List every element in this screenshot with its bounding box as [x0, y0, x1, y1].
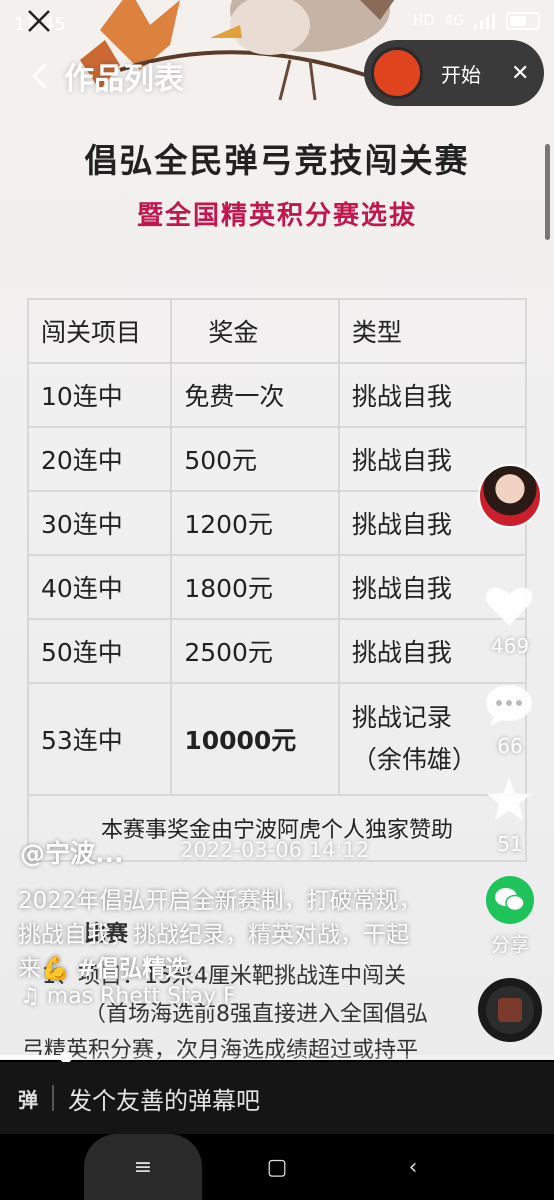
signal-icon: [474, 13, 495, 29]
post-timestamp: 2022-03-06 14:12: [180, 838, 370, 862]
status-icons: HD 4G: [413, 12, 540, 30]
post-caption: 2022年倡弘开启全新赛制，打破常规，挑战自我，挑战纪录，精英对战，干起来💪 #…: [18, 884, 428, 986]
table-header-row: 闯关项目 奖金 类型: [26, 298, 528, 364]
table-row: 20连中 500元 挑战自我: [26, 426, 528, 492]
table-cell: 挑战自我: [337, 362, 528, 428]
table-header-cell: 类型: [337, 298, 528, 364]
battery-icon: [506, 12, 540, 30]
back-navigation[interactable]: 作品列表: [30, 54, 184, 98]
table-cell: 1800元: [170, 554, 340, 620]
wechat-share-icon[interactable]: [486, 876, 534, 924]
table-cell: 50连中: [26, 618, 173, 684]
wechat-logo-icon: [495, 888, 525, 912]
record-start-button[interactable]: 开始: [441, 59, 481, 88]
danmaku-input[interactable]: 发个友善的弹幕吧: [68, 1081, 260, 1116]
table-cell: 2500元: [170, 618, 340, 684]
nav-menu-button[interactable]: ≡: [84, 1134, 202, 1200]
table-row: 40连中 1800元 挑战自我: [26, 554, 528, 620]
scrollbar[interactable]: [545, 144, 550, 240]
screen-record-widget[interactable]: 开始 ✕: [364, 40, 544, 106]
progress-bar[interactable]: [0, 1051, 554, 1063]
page-title: 作品列表: [64, 62, 184, 97]
danmaku-bar: 弹 发个友善的弹幕吧: [0, 1062, 554, 1134]
table-cell: 53连中: [26, 682, 173, 796]
heart-icon[interactable]: [484, 582, 534, 628]
table-cell: 500元: [170, 426, 340, 492]
nav-back-button[interactable]: ‹: [376, 1134, 450, 1200]
table-row: 50连中 2500元 挑战自我: [26, 618, 528, 684]
table-cell: 10000元: [170, 682, 340, 796]
music-title[interactable]: ♫ mas Rhett Stay F: [20, 984, 236, 1009]
share-label[interactable]: 分享: [480, 930, 540, 957]
favorite-count: 51: [497, 832, 523, 856]
hashtag-link[interactable]: #倡弘精选: [77, 956, 188, 982]
table-header-cell: 闯关项目: [26, 298, 173, 364]
hd-icon: HD: [412, 13, 435, 29]
nav-home-button[interactable]: ▢: [240, 1134, 314, 1200]
record-close-icon[interactable]: ✕: [511, 61, 529, 86]
like-count: 469: [490, 634, 530, 658]
table-cell: 30连中: [26, 490, 173, 556]
danmaku-toggle-icon[interactable]: 弹: [18, 1084, 38, 1113]
table-row: 53连中 10000元 挑战记录 （余伟雄）: [26, 682, 528, 796]
record-dot-icon[interactable]: [371, 47, 423, 99]
table-cell: 10连中: [26, 362, 173, 428]
star-icon[interactable]: [484, 776, 534, 822]
comment-count: 66: [497, 734, 523, 758]
network-icon: 4G: [444, 13, 464, 29]
divider: [52, 1085, 54, 1111]
prize-table: 闯关项目 奖金 类型 10连中 免费一次 挑战自我 20连中 500元 挑战自我…: [26, 298, 528, 862]
poster-title: 倡弘全民弹弓竞技闯关赛: [84, 141, 470, 180]
poster-subtitle: 暨全国精英积分赛选拔: [136, 201, 417, 231]
music-disc-icon[interactable]: [478, 978, 542, 1042]
system-nav-bar: ≡ ▢ ‹: [0, 1134, 554, 1200]
table-row: 10连中 免费一次 挑战自我: [26, 362, 528, 428]
author-name[interactable]: @宁波...: [20, 834, 124, 870]
close-icon[interactable]: [24, 6, 54, 36]
back-arrow-icon[interactable]: [30, 61, 50, 91]
table-cell: 40连中: [26, 554, 173, 620]
caption-ellipsis: ...: [188, 956, 211, 982]
author-avatar[interactable]: [478, 464, 542, 528]
comment-icon[interactable]: [484, 682, 534, 728]
table-cell: 1200元: [170, 490, 340, 556]
table-header-cell: 奖金: [170, 298, 340, 364]
progress-fill: [0, 1055, 67, 1059]
table-cell: 免费一次: [170, 362, 340, 428]
table-row: 30连中 1200元 挑战自我: [26, 490, 528, 556]
table-cell: 20连中: [26, 426, 173, 492]
